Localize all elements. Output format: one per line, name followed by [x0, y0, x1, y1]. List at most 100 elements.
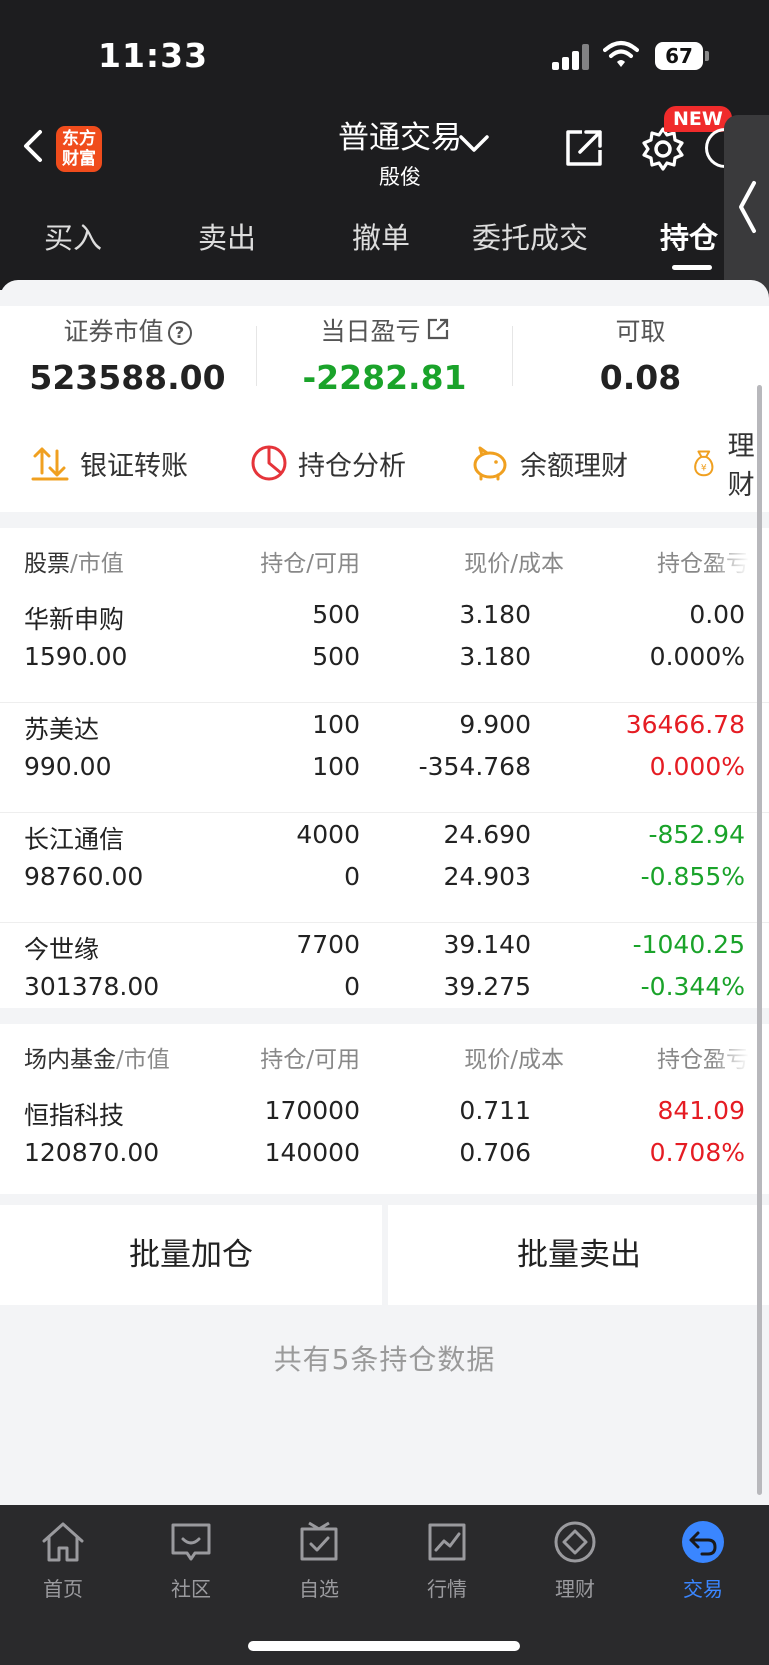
- batch-actions: 批量加仓 批量卖出: [0, 1205, 769, 1305]
- current-price: 39.140: [443, 930, 531, 959]
- security-name: 今世缘: [24, 935, 100, 964]
- market-value-label: 证券市值: [63, 317, 164, 346]
- bottom-tab-bar: 首页 社区 自选 行情 理财 交易: [0, 1505, 769, 1665]
- daily-pnl-label: 当日盈亏: [320, 317, 421, 346]
- position-pnl-pct: -0.344%: [640, 972, 745, 1001]
- quick-balance-finance-label: 余额理财: [520, 450, 628, 482]
- current-price: 3.180: [459, 600, 531, 629]
- tabbar-trade[interactable]: 交易: [658, 1517, 748, 1602]
- battery-icon: 67: [655, 42, 709, 70]
- available-qty: 500: [312, 642, 360, 671]
- security-name: 长江通信: [24, 825, 125, 854]
- help-icon[interactable]: ?: [167, 321, 192, 345]
- quick-balance-finance[interactable]: 余额理财: [470, 438, 628, 488]
- cost-price: 0.706: [459, 1138, 531, 1167]
- funds-header-price: 现价/成本: [464, 1047, 564, 1073]
- current-price: 24.690: [443, 820, 531, 849]
- stocks-header-pnl: 持仓盈亏: [657, 551, 749, 577]
- tab-cancel[interactable]: 撤单: [352, 215, 410, 257]
- position-pnl: 0.00: [689, 600, 745, 629]
- cost-price: 24.903: [443, 862, 531, 891]
- gear-icon[interactable]: [640, 126, 686, 172]
- share-icon[interactable]: [562, 126, 606, 170]
- trade-icon: [682, 1521, 724, 1563]
- position-pnl-pct: 0.000%: [649, 642, 745, 671]
- security-name: 苏美达: [24, 715, 100, 744]
- trade-tabs: 买入 卖出 撤单 委托成交 持仓: [0, 205, 769, 275]
- tabbar-home[interactable]: 首页: [18, 1517, 108, 1602]
- quick-analysis[interactable]: 持仓分析: [250, 438, 406, 488]
- chevron-down-icon[interactable]: [458, 132, 490, 156]
- app-logo: 东方 财富: [56, 126, 102, 172]
- side-drawer-handle[interactable]: [724, 115, 769, 301]
- funds-header-holdings: 持仓/可用: [260, 1047, 360, 1073]
- security-market-value: 120870.00: [24, 1138, 160, 1167]
- scrollbar[interactable]: [757, 385, 762, 1495]
- daily-pnl-block[interactable]: 当日盈亏 -2282.81: [257, 306, 512, 397]
- quick-actions: 银证转账 持仓分析 余额理财 ¥ 理财: [0, 416, 769, 512]
- withdrawable-value: 0.08: [599, 358, 682, 397]
- community-icon: [171, 1523, 211, 1561]
- tabbar-market[interactable]: 行情: [402, 1517, 492, 1602]
- tabbar-community[interactable]: 社区: [146, 1517, 236, 1602]
- security-market-value: 990.00: [24, 752, 112, 781]
- funds-header-pnl: 持仓盈亏: [657, 1047, 749, 1073]
- funds-table: 场内基金/市值 持仓/可用 现价/成本 持仓盈亏 恒指科技 120870.00 17…: [0, 1024, 769, 1194]
- security-market-value: 1590.00: [24, 642, 128, 671]
- money-bag-icon: ¥: [694, 450, 714, 477]
- security-name: 恒指科技: [24, 1101, 125, 1130]
- tab-sell[interactable]: 卖出: [198, 215, 256, 257]
- table-row[interactable]: 华新申购 1590.00 500 500 3.180 3.180 0.00 0.000%: [0, 586, 769, 703]
- stocks-header-name: 股票/市值: [24, 551, 124, 577]
- market-value-block: 证券市值? 523588.00: [0, 306, 255, 397]
- cost-price: 39.275: [443, 972, 531, 1001]
- holding-qty: 7700: [296, 930, 360, 959]
- security-market-value: 301378.00: [24, 972, 160, 1001]
- withdrawable-block: 可取 0.08: [513, 306, 768, 397]
- tab-positions[interactable]: 持仓: [660, 215, 718, 257]
- batch-sell-button[interactable]: 批量卖出: [388, 1205, 769, 1305]
- available-qty: 140000: [264, 1138, 360, 1167]
- security-market-value: 98760.00: [24, 862, 144, 891]
- home-icon: [42, 1522, 84, 1562]
- quick-transfer-label: 银证转账: [80, 450, 188, 482]
- table-row[interactable]: 恒指科技 120870.00 170000 140000 0.711 0.706 841.0…: [0, 1082, 769, 1199]
- top-header: 11:33 67 东方 财富 普通交易 殷俊 NEW 买入 卖出 撤单 委托成交…: [0, 0, 769, 301]
- wifi-icon: [603, 41, 639, 67]
- status-time: 11:33: [98, 36, 209, 75]
- stocks-header-price: 现价/成本: [464, 551, 564, 577]
- cell-signal-icon: [552, 44, 590, 70]
- holding-qty: 170000: [264, 1096, 360, 1125]
- positions-count-note: 共有5条持仓数据: [273, 1343, 496, 1376]
- current-price: 9.900: [459, 710, 531, 739]
- stocks-header-holdings: 持仓/可用: [260, 551, 360, 577]
- svg-text:¥: ¥: [701, 463, 707, 474]
- external-link-icon: [427, 318, 448, 340]
- batch-add-button[interactable]: 批量加仓: [0, 1205, 382, 1305]
- position-pnl-pct: 0.000%: [649, 752, 745, 781]
- quick-transfer[interactable]: 银证转账: [30, 438, 188, 488]
- position-pnl-pct: -0.855%: [640, 862, 745, 891]
- table-row[interactable]: 苏美达 990.00 100 100 9.900 -354.768 36466.78 0.00…: [0, 696, 769, 813]
- holding-qty: 4000: [296, 820, 360, 849]
- status-bar: 11:33 67: [0, 0, 769, 110]
- holding-qty: 500: [312, 600, 360, 629]
- wealth-icon: [554, 1521, 596, 1563]
- table-row[interactable]: 今世缘 301378.00 7700 0 39.140 39.275 -1040.25 -0.…: [0, 916, 769, 1033]
- tab-buy[interactable]: 买入: [44, 215, 102, 257]
- tabbar-watchlist[interactable]: 自选: [274, 1517, 364, 1602]
- table-row[interactable]: 长江通信 98760.00 4000 0 24.690 24.903 -852.94 -0.8…: [0, 806, 769, 923]
- tabbar-wealth[interactable]: 理财: [530, 1517, 620, 1602]
- nav-bar: 东方 财富 普通交易 殷俊 NEW: [0, 106, 769, 200]
- position-pnl: -1040.25: [632, 930, 745, 959]
- available-qty: 0: [344, 972, 360, 1001]
- account-name: 殷俊: [379, 165, 421, 189]
- back-arrow-icon[interactable]: [18, 126, 48, 166]
- daily-pnl: -2282.81: [302, 358, 467, 397]
- transfer-icon: [31, 447, 69, 481]
- position-pnl: -852.94: [648, 820, 746, 849]
- position-pnl: 36466.78: [625, 710, 745, 739]
- tab-orders[interactable]: 委托成交: [472, 215, 588, 257]
- watchlist-icon: [300, 1521, 338, 1561]
- position-pnl: 841.09: [657, 1096, 745, 1125]
